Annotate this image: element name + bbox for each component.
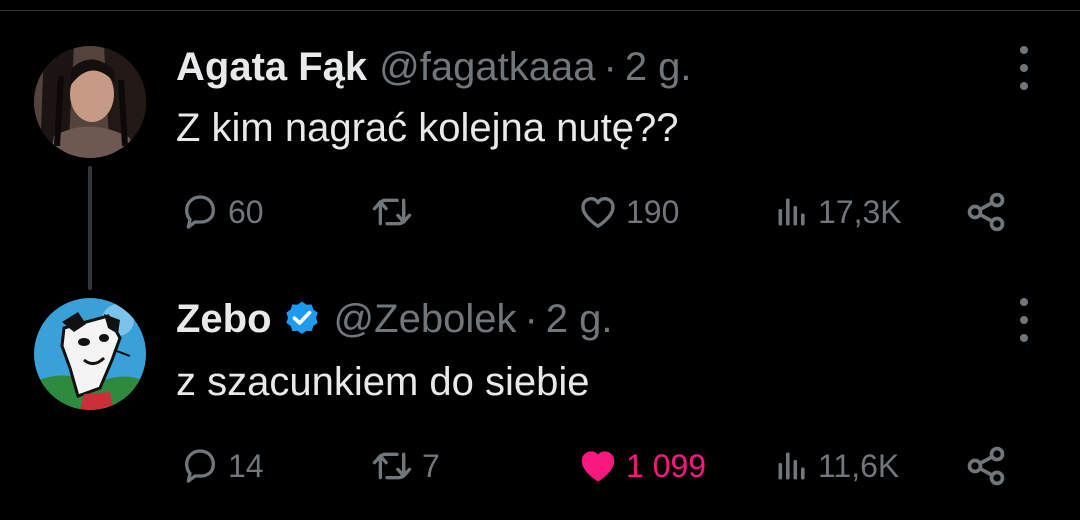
views-icon (778, 452, 805, 480)
author-name[interactable]: Zebo (176, 297, 272, 342)
like-icon (581, 197, 615, 228)
avatar-zebo[interactable] (34, 298, 146, 410)
retweet-count: 7 (422, 447, 440, 484)
tweet-header: Agata Fąk @fagatkaaa · 2 g. (176, 42, 692, 92)
tweet-time[interactable]: 2 g. (546, 297, 613, 342)
views-count: 17,3K (818, 193, 902, 230)
reply-button[interactable]: 14 (180, 436, 264, 496)
avatar-agata[interactable] (34, 46, 146, 158)
author-name[interactable]: Agata Fąk (176, 45, 367, 90)
more-options-icon[interactable] (1010, 46, 1038, 90)
share-icon (967, 446, 1005, 486)
like-button[interactable]: 190 (578, 182, 679, 242)
reply-count: 14 (228, 447, 264, 484)
share-button[interactable] (964, 182, 1008, 242)
reply-count: 60 (228, 193, 264, 230)
share-icon (967, 192, 1005, 232)
retweet-button[interactable]: 7 (370, 436, 440, 496)
reply-icon (185, 195, 215, 229)
retweet-icon (372, 452, 412, 480)
tweet-header: Zebo @Zebolek · 2 g. (176, 294, 613, 344)
verified-badge-icon (285, 301, 318, 334)
reply-button[interactable]: 60 (180, 182, 264, 242)
tweet-time[interactable]: 2 g. (625, 45, 692, 90)
retweet-icon (372, 198, 412, 226)
tweet-actions: 60 190 17,3K (176, 182, 1036, 242)
share-button[interactable] (964, 436, 1008, 496)
separator-dot: · (524, 296, 538, 341)
retweet-button[interactable] (370, 182, 422, 242)
views-button[interactable]: 17,3K (774, 182, 902, 242)
views-button[interactable]: 11,6K (774, 436, 899, 496)
like-count: 190 (626, 193, 680, 230)
thread-connector (88, 166, 92, 290)
tweet-actions: 14 7 1 099 11,6K (176, 436, 1036, 496)
author-handle[interactable]: @Zebolek (334, 297, 517, 342)
views-count: 11,6K (818, 447, 900, 484)
like-count: 1 099 (626, 447, 707, 484)
like-icon (581, 451, 615, 482)
separator-dot: · (603, 44, 617, 89)
tweet-text: z szacunkiem do siebie (176, 360, 590, 404)
like-button[interactable]: 1 099 (578, 436, 706, 496)
top-divider (0, 10, 1080, 11)
views-icon (778, 198, 805, 226)
tweet-text: Z kim nagrać kolejna nutę?? (176, 106, 679, 150)
more-options-icon[interactable] (1010, 298, 1038, 342)
reply-icon (185, 449, 215, 483)
author-handle[interactable]: @fagatkaaa (379, 45, 595, 90)
